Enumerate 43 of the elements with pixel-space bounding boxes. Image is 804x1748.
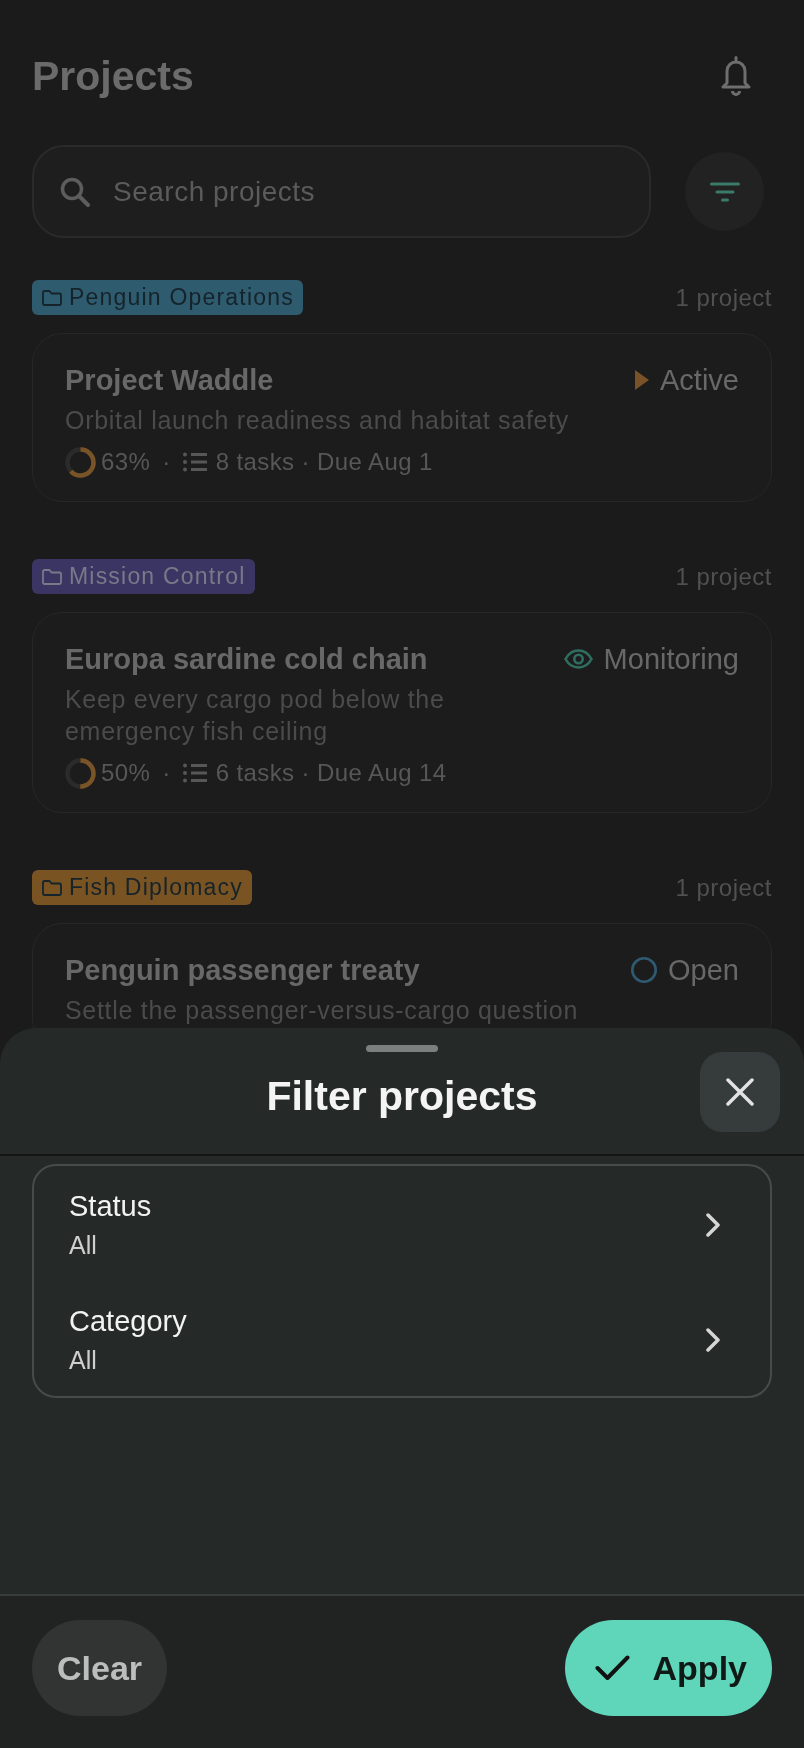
play-icon xyxy=(635,370,649,390)
status-label: Open xyxy=(668,953,739,987)
progress-percent: 50% xyxy=(101,759,151,787)
project-title: Penguin passenger treaty xyxy=(65,953,421,988)
folder-icon xyxy=(42,879,62,896)
project-title: Project Waddle xyxy=(65,363,275,398)
task-summary: 6 tasks · Due Aug 14 xyxy=(215,759,447,787)
check-icon xyxy=(594,1655,630,1681)
chevron-icon[interactable] xyxy=(706,1213,720,1237)
filter-icon xyxy=(709,181,740,202)
folder-icon xyxy=(42,568,62,585)
close-icon xyxy=(726,1078,754,1106)
separator-dot: · xyxy=(162,448,171,476)
close-button[interactable] xyxy=(700,1052,780,1132)
drag-handle[interactable] xyxy=(366,1045,438,1052)
search-field[interactable]: Search projects xyxy=(32,145,651,238)
list-icon xyxy=(182,452,208,472)
bell-icon[interactable] xyxy=(720,56,752,96)
task-summary: 8 tasks · Due Aug 1 xyxy=(215,448,433,476)
folder-icon xyxy=(42,289,62,306)
page-title: Projects xyxy=(32,52,194,100)
separator-dot: · xyxy=(162,759,171,787)
progress-ring xyxy=(65,446,96,478)
sheet-title: Filter projects xyxy=(266,1072,538,1120)
list-icon xyxy=(182,763,208,783)
apply-button[interactable]: Apply xyxy=(564,1620,772,1716)
filter-label[interactable]: Status xyxy=(69,1190,152,1222)
search-icon xyxy=(60,177,90,207)
filter-label[interactable]: Category xyxy=(69,1305,187,1337)
filter-value: All xyxy=(69,1230,97,1260)
tag-label: Penguin Operations xyxy=(69,283,294,312)
progress-ring xyxy=(65,757,96,789)
tag-label: Fish Diplomacy xyxy=(69,873,243,902)
project-title: Europa sardine cold chain xyxy=(65,642,429,677)
status-label: Monitoring xyxy=(603,642,739,676)
filter-value: All xyxy=(69,1345,97,1375)
tag-label: Mission Control xyxy=(69,562,246,591)
chevron-icon[interactable] xyxy=(706,1328,720,1352)
status-label: Active xyxy=(660,363,739,397)
eye-icon xyxy=(563,649,593,669)
circle-icon xyxy=(631,957,658,983)
progress-percent: 63% xyxy=(101,448,151,476)
clear-button[interactable]: Clear xyxy=(32,1620,168,1716)
